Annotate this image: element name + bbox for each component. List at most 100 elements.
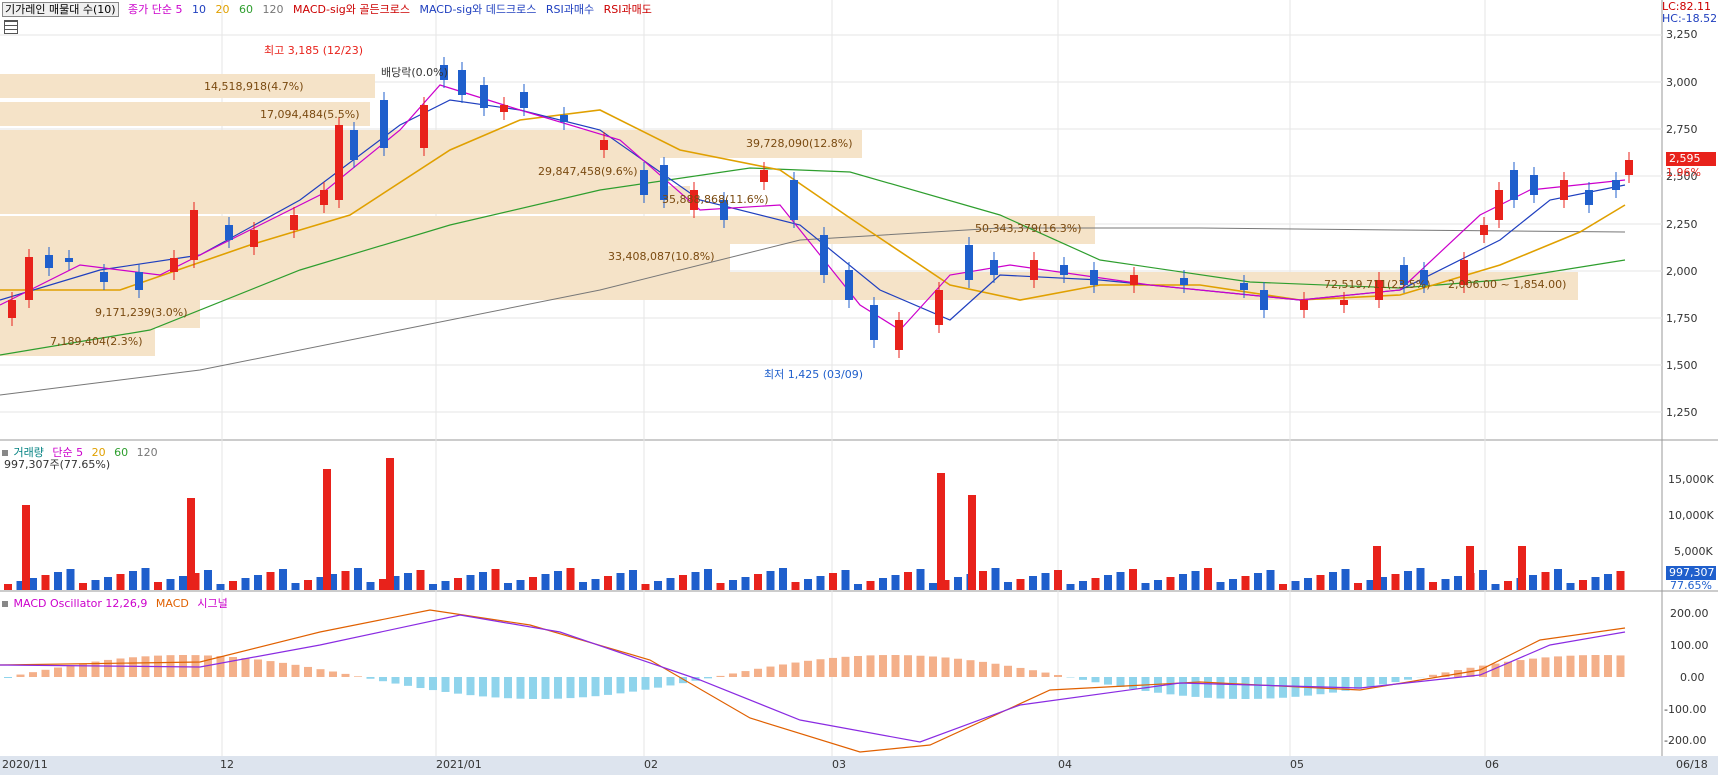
volume-bar: [304, 580, 312, 590]
macd-histogram-bar: [1054, 674, 1062, 677]
candle-body: [935, 290, 943, 325]
macd-histogram-bar: [1229, 677, 1237, 699]
volume-bar: [154, 582, 162, 590]
volume-bar: [204, 570, 212, 590]
legend-item-ma60[interactable]: 60: [239, 3, 253, 16]
macd-histogram-bar: [554, 677, 562, 699]
volume-bar: [629, 570, 637, 590]
volume-bar: [1304, 578, 1312, 590]
volume-bar: [354, 568, 362, 590]
legend-item-ma10[interactable]: 10: [192, 3, 206, 16]
x-axis-label: 06/18: [1676, 758, 1708, 771]
macd-legend-item[interactable]: MACD: [156, 597, 189, 610]
volume-bar: [529, 577, 537, 590]
candle-body: [350, 130, 358, 160]
macd-histogram-bar: [41, 669, 50, 677]
macd-axis-label: -100.00: [1664, 703, 1707, 716]
legend-item-dead-cross[interactable]: MACD-sig와 데드크로스: [419, 3, 536, 16]
volume-bar: [641, 584, 650, 590]
legend-item-golden-cross[interactable]: MACD-sig와 골든크로스: [293, 3, 410, 16]
macd-histogram-bar: [841, 656, 850, 677]
volume-profile-label: 35,888,868(11.6%): [662, 193, 769, 206]
candle-body: [1260, 290, 1268, 310]
current-price-badge: 2,595: [1666, 152, 1716, 166]
candle-body: [458, 70, 466, 95]
macd-histogram-bar: [1004, 665, 1012, 677]
volume-bar: [1491, 584, 1500, 590]
macd-legend-item[interactable]: 시그널: [197, 597, 227, 610]
volume-bar: [904, 572, 912, 590]
macd-histogram-bar: [366, 677, 375, 679]
volume-bar: [491, 569, 500, 590]
candle-body: [560, 115, 568, 122]
macd-histogram-bar: [991, 663, 1000, 677]
volume-bar: [1604, 574, 1612, 590]
macd-histogram-bar: [1104, 677, 1112, 685]
macd-histogram-bar: [741, 671, 750, 677]
macd-histogram-bar: [1191, 677, 1200, 697]
volume-bar: [1091, 578, 1100, 590]
volume-bar: [691, 572, 700, 590]
volume-bar: [816, 576, 825, 590]
macd-histogram-bar: [1554, 656, 1562, 677]
macd-histogram-bar: [716, 675, 725, 677]
volume-profile-label: 17,094,484(5.5%): [260, 108, 360, 121]
macd-histogram-bar: [1616, 655, 1625, 677]
legend-item-ma20[interactable]: 20: [216, 3, 230, 16]
macd-legend: MACD Oscillator 12,26,9 MACD 시그널: [2, 595, 233, 611]
volume-bar: [254, 575, 262, 590]
legend-item-ma5[interactable]: 종가 단순 5: [128, 3, 182, 16]
macd-histogram-bar: [1329, 677, 1337, 693]
macd-histogram-bar: [1079, 677, 1087, 680]
x-axis-label: 03: [832, 758, 846, 771]
stock-chart[interactable]: 기가레인 매물대 수(10) 종가 단순 5 10 20 60 120 MACD…: [0, 0, 1718, 775]
volume-bar: [466, 575, 475, 590]
table-icon[interactable]: [4, 20, 18, 34]
macd-histogram-bar: [579, 677, 587, 698]
macd-histogram-bar: [591, 677, 600, 697]
volume-bar: [1029, 576, 1037, 590]
volume-legend-item[interactable]: 120: [137, 446, 158, 459]
volume-bar: [929, 583, 937, 590]
candle-body: [1060, 265, 1068, 275]
current-volume-pct: 77.65%: [1670, 579, 1712, 592]
volume-bar: [1341, 569, 1350, 590]
candle-body: [250, 230, 258, 247]
candle-body: [1612, 180, 1620, 190]
volume-bar: [1429, 582, 1437, 590]
volume-bar: [779, 568, 787, 590]
volume-spike-bar: [968, 495, 976, 590]
macd-histogram-bar: [541, 677, 550, 699]
candle-body: [1530, 175, 1538, 195]
macd-legend-item[interactable]: MACD Oscillator 12,26,9: [14, 597, 148, 610]
legend-item-ma120[interactable]: 120: [263, 3, 284, 16]
volume-legend-item[interactable]: 60: [114, 446, 128, 459]
volume-bar: [41, 575, 50, 590]
macd-histogram-bar: [504, 677, 512, 699]
macd-axis-label: 100.00: [1670, 639, 1709, 652]
volume-bar: [1041, 573, 1050, 590]
volume-bar: [116, 574, 125, 590]
legend-item-rsi-oversold[interactable]: RSI과매도: [604, 3, 652, 16]
x-axis-label: 04: [1058, 758, 1072, 771]
candle-body: [820, 235, 828, 275]
candle-body: [1340, 300, 1348, 305]
macd-histogram-bar: [491, 677, 500, 698]
price-axis-label: 1,250: [1666, 406, 1698, 419]
macd-histogram-bar: [4, 677, 12, 678]
macd-histogram-bar: [16, 674, 25, 677]
volume-bar: [1616, 571, 1625, 590]
candle-body: [290, 215, 298, 230]
legend-title[interactable]: 기가레인 매물대 수(10): [2, 2, 119, 17]
chart-canvas[interactable]: [0, 0, 1718, 775]
macd-histogram-bar: [1179, 677, 1187, 696]
volume-profile-label: 72,519,711(23.5%): [1324, 278, 1431, 291]
volume-bar: [1216, 582, 1225, 590]
volume-bar: [1266, 570, 1275, 590]
macd-histogram-bar: [1591, 655, 1600, 677]
volume-bar: [1504, 581, 1512, 590]
legend-item-rsi-overbought[interactable]: RSI과매수: [546, 3, 594, 16]
volume-bar: [454, 578, 462, 590]
volume-bar: [241, 578, 250, 590]
candle-body: [600, 140, 608, 150]
